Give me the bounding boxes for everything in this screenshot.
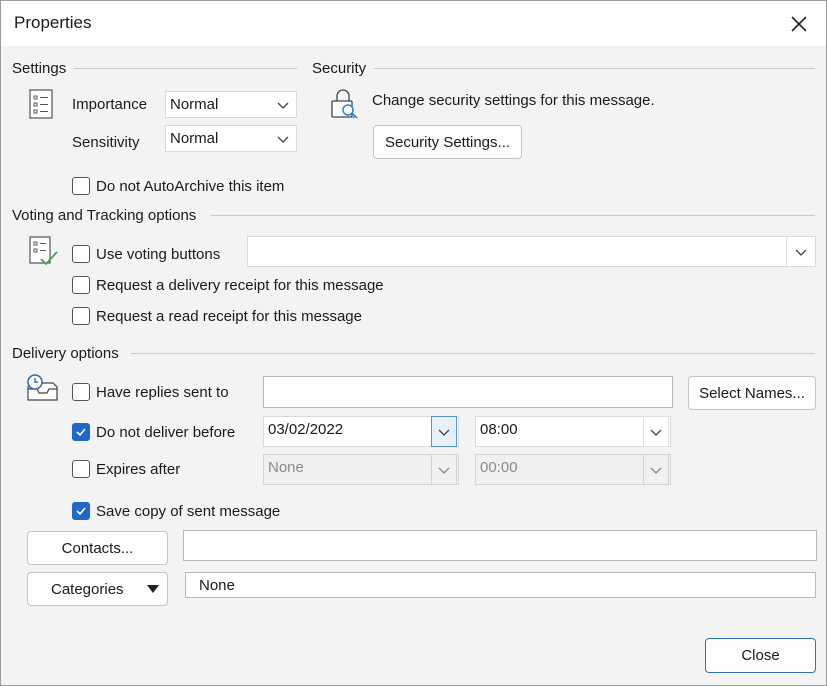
chevron-down-icon (650, 429, 662, 436)
tray-clock-icon (25, 373, 59, 403)
expires-time-dropdown[interactable] (643, 454, 669, 485)
security-settings-button[interactable]: Security Settings... (373, 125, 522, 159)
security-divider (374, 68, 815, 69)
deliver-date-dropdown[interactable] (431, 416, 457, 447)
select-names-button[interactable]: Select Names... (688, 376, 816, 410)
replies-input[interactable] (263, 376, 673, 408)
deliver-time-select[interactable]: 08:00 (475, 416, 671, 447)
voting-heading: Voting and Tracking options (12, 207, 197, 224)
save-copy-label: Save copy of sent message (96, 503, 281, 520)
read-receipt-checkbox[interactable] (72, 307, 90, 325)
categories-button-label: Categories (51, 581, 124, 598)
sensitivity-label: Sensitivity (72, 134, 140, 151)
deliver-before-checkbox[interactable] (72, 423, 90, 441)
sensitivity-value: Normal (170, 130, 219, 147)
expires-time-select[interactable]: 00:00 (475, 454, 671, 485)
use-voting-checkbox[interactable] (72, 245, 90, 263)
sensitivity-select[interactable]: Normal (165, 125, 297, 152)
security-heading: Security (312, 60, 367, 77)
expires-checkbox[interactable] (72, 460, 90, 478)
settings-heading: Settings (12, 60, 67, 77)
deliver-date-select[interactable]: 03/02/2022 (263, 416, 459, 447)
chevron-down-icon (795, 249, 807, 256)
contacts-button-label: Contacts... (61, 539, 134, 557)
check-icon (76, 507, 86, 516)
deliver-time-value: 08:00 (480, 421, 518, 438)
voting-buttons-select[interactable] (247, 236, 816, 267)
caret-down-icon (147, 585, 159, 593)
chevron-down-icon (277, 136, 289, 143)
voting-dropdown-button[interactable] (786, 237, 815, 266)
chevron-down-icon (438, 429, 450, 436)
delivery-receipt-checkbox[interactable] (72, 276, 90, 294)
save-copy-checkbox[interactable] (72, 502, 90, 520)
chevron-down-icon (277, 102, 289, 109)
categories-button[interactable]: Categories (27, 572, 168, 606)
security-description: Change security settings for this messag… (372, 92, 655, 109)
close-icon[interactable] (778, 5, 820, 43)
contacts-button[interactable]: Contacts... (27, 531, 168, 565)
importance-label: Importance (72, 96, 148, 113)
autoarchive-checkbox[interactable] (72, 177, 90, 195)
expires-date-value: None (268, 459, 304, 476)
title-bar: Properties (1, 1, 826, 46)
list-icon (29, 89, 53, 119)
close-button[interactable]: Close (705, 638, 816, 673)
security-settings-label: Security Settings... (384, 133, 511, 151)
importance-value: Normal (170, 96, 219, 113)
replies-label: Have replies sent to (96, 384, 229, 401)
importance-select[interactable]: Normal (165, 91, 297, 118)
checklist-icon (29, 236, 59, 268)
expires-date-dropdown[interactable] (431, 454, 457, 485)
categories-field: None (185, 572, 816, 598)
expires-label: Expires after (96, 461, 181, 478)
read-receipt-label: Request a read receipt for this message (96, 308, 362, 325)
contacts-input[interactable] (183, 530, 817, 561)
use-voting-label: Use voting buttons (96, 246, 221, 263)
close-button-label: Close (741, 647, 780, 664)
expires-date-select[interactable]: None (263, 454, 459, 485)
deliver-date-value: 03/02/2022 (268, 421, 344, 438)
expires-time-value: 00:00 (480, 459, 518, 476)
properties-dialog: Properties Settings Importance Normal Se… (0, 0, 827, 686)
autoarchive-label: Do not AutoArchive this item (96, 178, 285, 195)
categories-value: None (199, 577, 235, 594)
settings-divider (74, 68, 297, 69)
chevron-down-icon (438, 467, 450, 474)
select-names-label: Select Names... (699, 384, 805, 402)
deliver-time-dropdown[interactable] (643, 416, 669, 447)
lock-key-icon (329, 87, 359, 121)
deliver-before-label: Do not deliver before (96, 424, 236, 441)
check-icon (76, 428, 86, 437)
delivery-divider (131, 353, 815, 354)
delivery-receipt-label: Request a delivery receipt for this mess… (96, 277, 384, 294)
window-title: Properties (14, 13, 92, 32)
replies-checkbox[interactable] (72, 383, 90, 401)
delivery-heading: Delivery options (12, 345, 119, 362)
chevron-down-icon (650, 467, 662, 474)
voting-divider (211, 215, 815, 216)
